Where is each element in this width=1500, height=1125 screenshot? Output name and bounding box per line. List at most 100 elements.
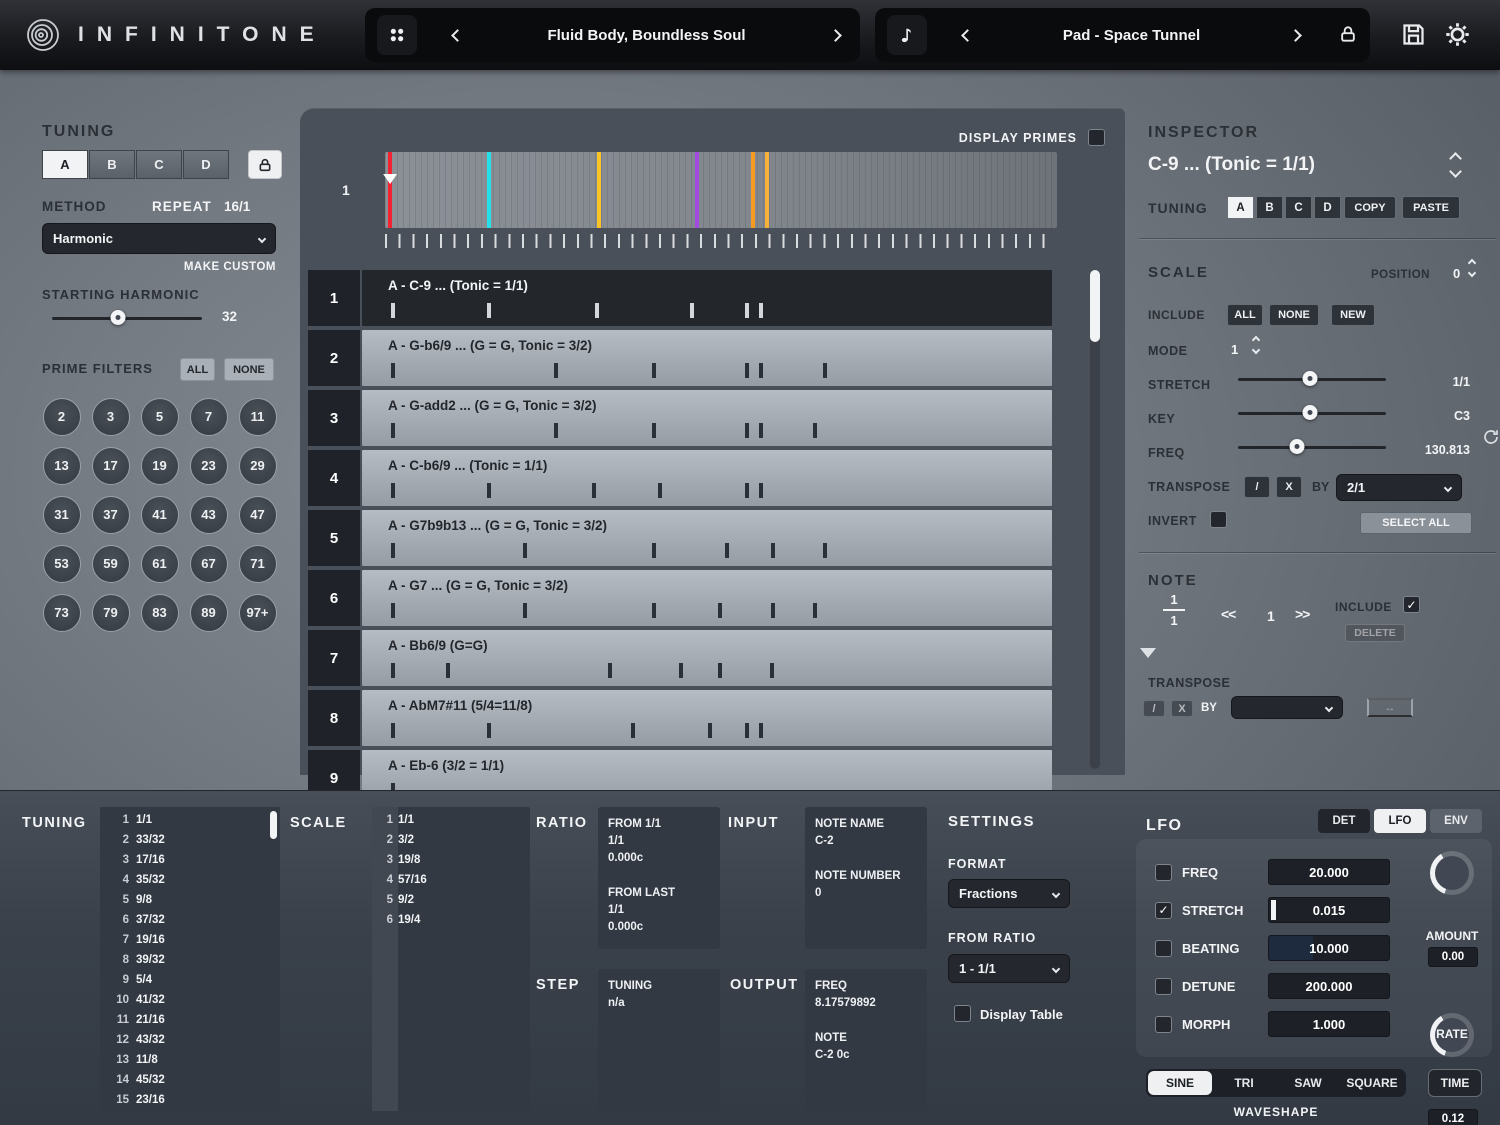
prime-filter-61-button[interactable]: 61 [140,544,179,583]
select-all-button[interactable]: SELECT ALL [1360,512,1472,534]
prime-filter-37-button[interactable]: 37 [91,495,130,534]
sound-prev-button[interactable] [955,20,980,51]
inspector-tuning-slot-b-button[interactable]: B [1256,196,1283,219]
settings-button[interactable] [1444,21,1471,51]
note-width-button[interactable]: ↔ [1367,698,1413,717]
note-tick[interactable] [758,723,763,738]
inspector-tuning-slot-d-button[interactable]: D [1314,196,1341,219]
prime-filter-43-button[interactable]: 43 [189,495,228,534]
note-tick[interactable] [487,303,492,318]
scale-row[interactable]: 4A - C-b6/9 ... (Tonic = 1/1) [308,450,1052,506]
note-tick[interactable] [707,723,712,738]
note-tick[interactable] [487,723,492,738]
lfo-detune-checkbox[interactable] [1155,977,1172,995]
note-tick[interactable] [717,663,722,678]
patch-prev-button[interactable] [445,20,470,51]
prime-filter-3-button[interactable]: 3 [91,397,130,436]
note-tick[interactable] [758,423,763,438]
note-transpose-multiply-button[interactable]: X [1171,700,1193,717]
from-ratio-dropdown[interactable]: 1 - 1/1 [948,954,1070,983]
note-tick[interactable] [595,303,600,318]
waveshape-saw-button[interactable]: SAW [1276,1071,1340,1095]
note-tick[interactable] [631,723,636,738]
starting-harmonic-slider[interactable] [52,310,202,326]
lfo-beating-field[interactable]: 10.000 [1268,935,1390,961]
scale-row[interactable]: 8A - AbM7#11 (5/4=11/8) [308,690,1052,746]
prime-filter-13-button[interactable]: 13 [42,446,81,485]
prime-filter-73-button[interactable]: 73 [42,593,81,632]
note-tick[interactable] [391,663,396,678]
make-custom-button[interactable]: MAKE CUSTOM [150,261,276,273]
note-transpose-by-dropdown[interactable] [1231,696,1343,719]
prime-filter-97plus-button[interactable]: 97+ [238,593,277,632]
save-button[interactable] [1400,21,1427,51]
note-tick[interactable] [607,663,612,678]
note-tick[interactable] [391,483,396,498]
prime-filter-59-button[interactable]: 59 [91,544,130,583]
prime-filter-53-button[interactable]: 53 [42,544,81,583]
sound-browser-button[interactable] [887,15,927,55]
slider-knob[interactable] [1302,371,1318,386]
lfo-beating-checkbox[interactable] [1155,939,1172,957]
note-transpose-divide-button[interactable]: / [1143,700,1165,717]
paste-button[interactable]: PASTE [1402,196,1460,219]
lfo-morph-checkbox[interactable] [1155,1015,1172,1033]
patch-preset-name[interactable]: Fluid Body, Boundless Soul [476,27,817,44]
list-item[interactable]: 11 21/16 [100,1010,280,1030]
list-item[interactable]: 9 5/4 [100,970,280,990]
waveshape-tri-button[interactable]: TRI [1212,1071,1276,1095]
copy-button[interactable]: COPY [1344,196,1396,219]
list-item[interactable]: 7 19/16 [100,930,280,950]
note-tick[interactable] [822,363,827,378]
tuning-slot-c-button[interactable]: C [136,150,182,179]
sound-preset-name[interactable]: Pad - Space Tunnel [986,27,1277,44]
display-table-checkbox[interactable] [954,1005,971,1022]
note-tick[interactable] [554,363,559,378]
note-tick[interactable] [744,483,749,498]
note-tick[interactable] [554,423,559,438]
invert-checkbox[interactable] [1210,511,1227,528]
note-tick[interactable] [690,303,695,318]
prime-filter-71-button[interactable]: 71 [238,544,277,583]
primes-all-button[interactable]: ALL [180,358,215,381]
prime-filter-11-button[interactable]: 11 [238,397,277,436]
note-tick[interactable] [391,303,396,318]
scale-row[interactable]: 6A - G7 ... (G = G, Tonic = 3/2) [308,570,1052,626]
lfo-rate-value[interactable]: 0.12 [1428,1109,1478,1125]
note-tick[interactable] [592,483,597,498]
prime-filter-89-button[interactable]: 89 [189,593,228,632]
lfo-tab-det[interactable]: DET [1318,809,1370,833]
prime-filter-41-button[interactable]: 41 [140,495,179,534]
note-tick[interactable] [651,423,656,438]
lfo-tab-lfo[interactable]: LFO [1374,809,1426,833]
note-tick[interactable] [391,363,396,378]
note-tick[interactable] [744,303,749,318]
scrollbar-track[interactable] [1090,270,1100,769]
slider-knob[interactable] [1289,439,1305,454]
note-tick[interactable] [391,423,396,438]
patch-next-button[interactable] [823,20,848,51]
note-tick[interactable] [657,483,662,498]
note-tick[interactable] [758,363,763,378]
note-next-button[interactable]: >> [1295,606,1310,622]
note-tick[interactable] [744,423,749,438]
lfo-stretch-checkbox[interactable] [1155,901,1172,919]
tuning-lock-button[interactable] [248,150,282,179]
stretch-slider[interactable] [1238,371,1386,387]
note-tick[interactable] [445,663,450,678]
prime-filter-19-button[interactable]: 19 [140,446,179,485]
scale-row[interactable]: 7A - Bb6/9 (G=G) [308,630,1052,686]
list-item[interactable]: 6 37/32 [100,910,280,930]
note-tick[interactable] [391,543,396,558]
list-item[interactable]: 5 9/8 [100,890,280,910]
position-spinner[interactable] [1467,258,1477,278]
list-item[interactable]: 3 17/16 [100,850,280,870]
list-item[interactable]: 1 1/1 [100,810,280,830]
tuning-slot-a-button[interactable]: A [42,150,88,179]
note-include-checkbox[interactable] [1403,596,1420,613]
list-item[interactable]: 13 11/8 [100,1050,280,1070]
include-new-button[interactable]: NEW [1331,304,1375,326]
time-button[interactable]: TIME [1428,1069,1482,1097]
list-item[interactable]: 15 23/16 [100,1090,280,1110]
lfo-detune-field[interactable]: 200.000 [1268,973,1390,999]
